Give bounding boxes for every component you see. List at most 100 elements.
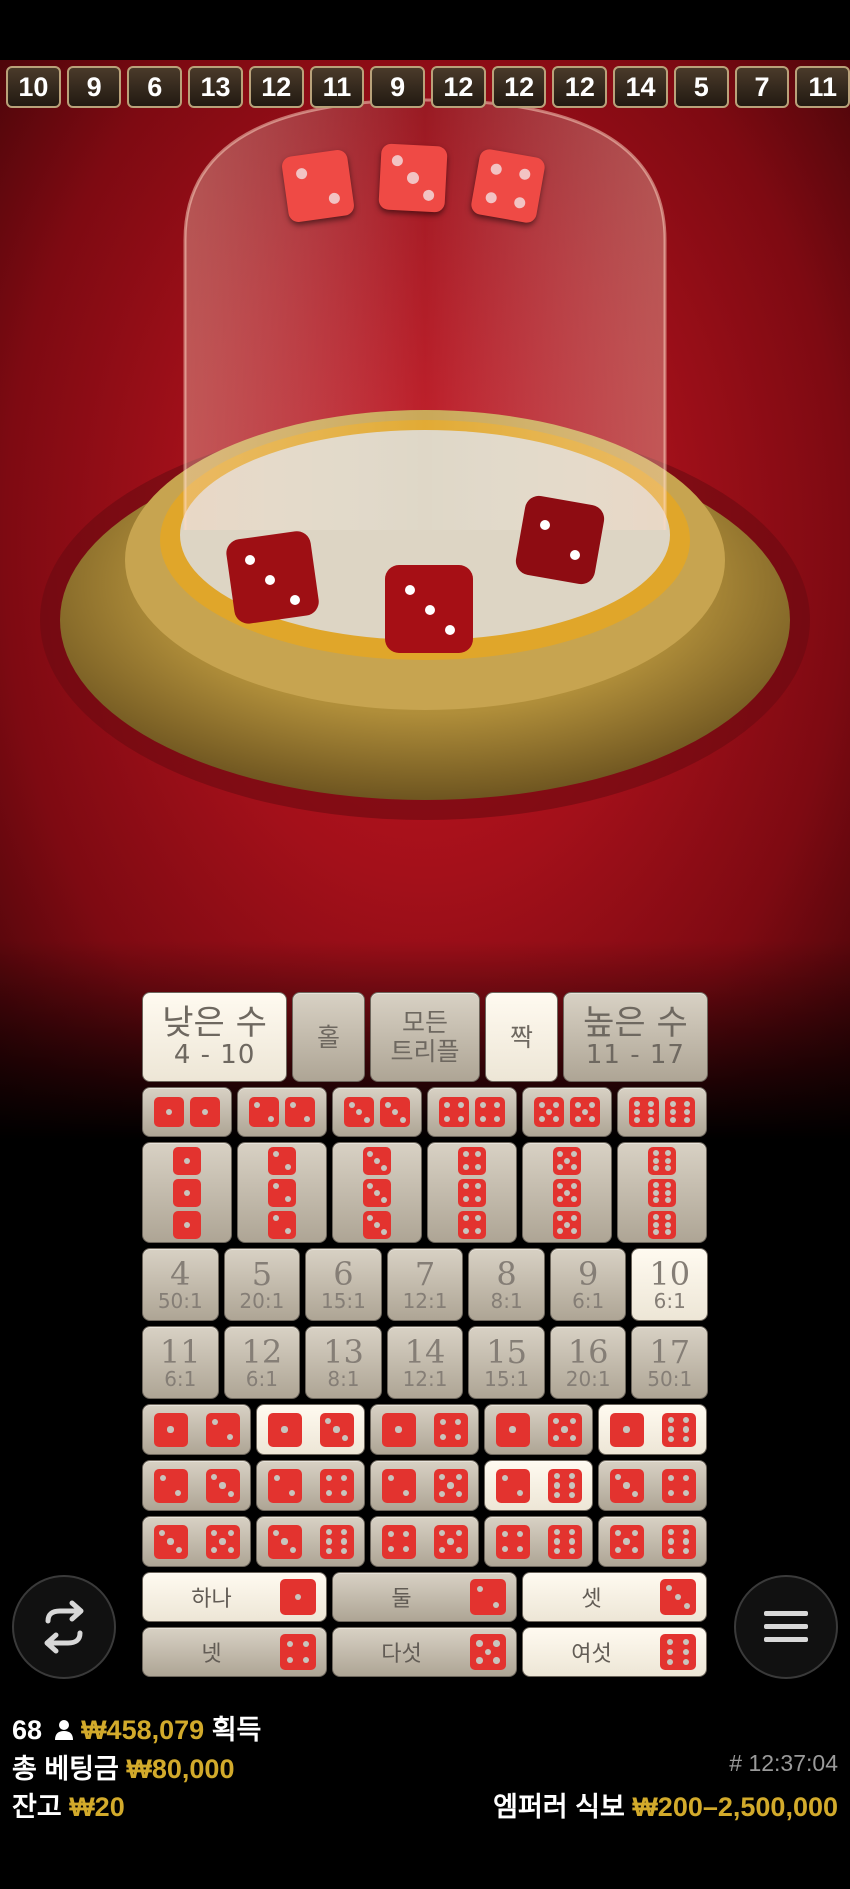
- bet-total-9[interactable]: 9 6:1: [549, 1248, 627, 1321]
- bet-total-10[interactable]: 10 6:1: [631, 1248, 709, 1321]
- bet-total-15[interactable]: 15 15:1: [468, 1326, 545, 1399]
- bet-triple-4[interactable]: [427, 1142, 517, 1243]
- bet-combo-5-6[interactable]: [598, 1516, 707, 1567]
- table-info[interactable]: 엠퍼러 식보 ₩200–2,500,000: [493, 1785, 838, 1824]
- bet-combo-1-2[interactable]: [142, 1404, 251, 1455]
- die-face-3-icon: [380, 1097, 410, 1127]
- bet-total-13[interactable]: 13 8:1: [305, 1326, 382, 1399]
- bet-combo-1-5[interactable]: [484, 1404, 593, 1455]
- die-face-5-icon: [547, 1412, 582, 1447]
- balance-amount: ₩20: [69, 1792, 125, 1822]
- bet-double-4[interactable]: [427, 1087, 517, 1137]
- bet-double-6[interactable]: [617, 1087, 707, 1137]
- die-face-1-icon: [173, 1178, 201, 1207]
- repeat-icon: [44, 1600, 84, 1654]
- total-number: 5: [251, 1254, 273, 1293]
- bet-combo-3-5[interactable]: [142, 1516, 251, 1567]
- bet-combo-1-3[interactable]: [256, 1404, 365, 1455]
- bet-even[interactable]: 짝: [485, 992, 558, 1082]
- history-result: 7: [734, 66, 790, 108]
- die-face-4-icon: [439, 1097, 469, 1127]
- die-face-3-icon: [319, 1412, 354, 1447]
- bet-triple-3[interactable]: [332, 1142, 422, 1243]
- bet-combo-2-6[interactable]: [484, 1460, 593, 1511]
- bet-small[interactable]: 낮은 수 4 - 10: [142, 992, 288, 1082]
- bet-total-6[interactable]: 6 15:1: [305, 1248, 382, 1321]
- die-face-6-icon: [629, 1097, 659, 1127]
- bet-single-2[interactable]: 둘: [332, 1572, 517, 1622]
- bet-total-17[interactable]: 17 50:1: [631, 1326, 709, 1399]
- bet-triple-2[interactable]: [237, 1142, 327, 1243]
- bet-combo-4-5[interactable]: [370, 1516, 479, 1567]
- bet-double-3[interactable]: [332, 1087, 422, 1137]
- bet-single-5[interactable]: 다섯: [332, 1627, 517, 1677]
- die-face-1-icon: [381, 1412, 416, 1447]
- bet-combo-3-6[interactable]: [256, 1516, 365, 1567]
- bet-total-7[interactable]: 7 12:1: [386, 1248, 464, 1321]
- user-icon: [54, 1720, 73, 1740]
- die-face-4-icon: [280, 1634, 316, 1670]
- die-face-1-icon: [190, 1097, 220, 1127]
- winners-info: 68 ₩458,079 획득: [12, 1708, 261, 1747]
- bet-big-range: 11 - 17: [585, 1040, 685, 1070]
- bet-double-1[interactable]: [142, 1087, 232, 1137]
- die-face-6-icon: [547, 1468, 582, 1503]
- bet-single-1[interactable]: 하나: [142, 1572, 327, 1622]
- bet-single-4[interactable]: 넷: [142, 1627, 327, 1677]
- die-face-5-icon: [570, 1097, 600, 1127]
- repeat-bet-button[interactable]: [12, 1575, 116, 1679]
- die-face-2-icon: [153, 1468, 188, 1503]
- die-face-4-icon: [458, 1178, 486, 1207]
- total-odds: 20:1: [565, 1366, 611, 1391]
- die-face-1-icon: [280, 1579, 316, 1615]
- bet-double-2[interactable]: [237, 1087, 327, 1137]
- die-face-2-icon: [495, 1468, 530, 1503]
- bet-combo-1-6[interactable]: [598, 1404, 707, 1455]
- history-result: 11: [795, 66, 850, 108]
- total-odds: 12:1: [402, 1366, 448, 1391]
- bet-single-3[interactable]: 셋: [522, 1572, 707, 1622]
- bet-odd[interactable]: 홀: [292, 992, 365, 1082]
- bet-single-6[interactable]: 여섯: [522, 1627, 707, 1677]
- die-face-2-icon: [267, 1468, 302, 1503]
- bet-any-triple[interactable]: 모든 트리플: [369, 992, 481, 1082]
- total-number: 7: [414, 1254, 436, 1293]
- table-name: 엠퍼러 식보: [493, 1792, 625, 1822]
- bet-combo-2-5[interactable]: [370, 1460, 479, 1511]
- bet-triple-1[interactable]: [142, 1142, 232, 1243]
- bet-combo-3-4[interactable]: [598, 1460, 707, 1511]
- total-odds: 6:1: [653, 1288, 686, 1313]
- die-face-2-icon: [268, 1146, 296, 1175]
- bet-double-5[interactable]: [522, 1087, 612, 1137]
- bet-total-8[interactable]: 8 8:1: [468, 1248, 545, 1321]
- bet-total-4[interactable]: 4 50:1: [142, 1248, 219, 1321]
- die-face-5-icon: [553, 1178, 581, 1207]
- bet-big[interactable]: 높은 수 11 - 17: [562, 992, 709, 1082]
- total-number: 9: [578, 1254, 599, 1293]
- total-odds: 8:1: [327, 1366, 360, 1391]
- bet-big-label: 높은 수: [583, 1003, 688, 1043]
- die-face-6-icon: [648, 1178, 676, 1207]
- bet-combo-1-4[interactable]: [370, 1404, 479, 1455]
- bet-total-16[interactable]: 16 20:1: [549, 1326, 627, 1399]
- total-odds: 6:1: [245, 1366, 278, 1391]
- any-triple-line1: 모든: [402, 1008, 449, 1037]
- bet-combo-4-6[interactable]: [484, 1516, 593, 1567]
- die-face-3-icon: [609, 1468, 644, 1503]
- bet-triple-5[interactable]: [522, 1142, 612, 1243]
- bet-total-5[interactable]: 5 20:1: [223, 1248, 301, 1321]
- menu-button[interactable]: [734, 1575, 838, 1679]
- die-face-1-icon: [154, 1097, 184, 1127]
- die-face-4-icon: [458, 1146, 486, 1175]
- bet-triple-6[interactable]: [617, 1142, 707, 1243]
- bet-combo-2-3[interactable]: [142, 1460, 251, 1511]
- bet-total-12[interactable]: 12 6:1: [223, 1326, 301, 1399]
- bet-total-14[interactable]: 14 12:1: [386, 1326, 464, 1399]
- die-face-3-icon: [378, 143, 448, 213]
- die-face-4-icon: [475, 1097, 505, 1127]
- bet-small-label: 낮은 수: [162, 1003, 267, 1043]
- bet-total-11[interactable]: 11 6:1: [142, 1326, 219, 1399]
- die-face-4-icon: [495, 1524, 530, 1559]
- bet-combo-2-4[interactable]: [256, 1460, 365, 1511]
- die-face-3-icon: [660, 1579, 696, 1615]
